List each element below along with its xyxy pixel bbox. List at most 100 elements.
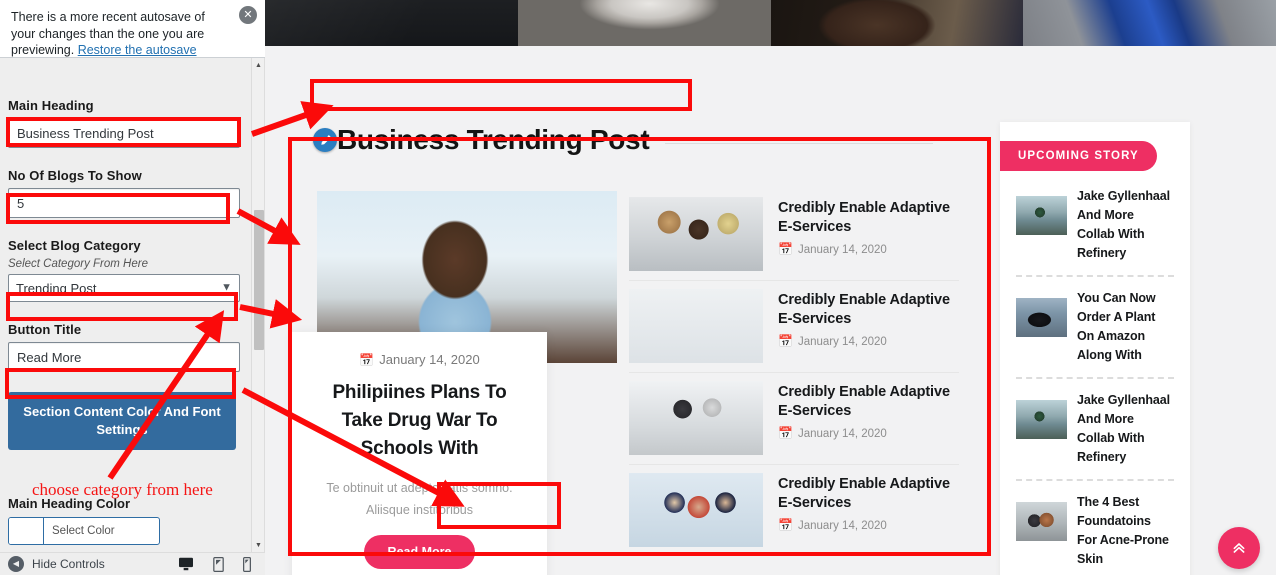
calendar-icon: 📅 — [778, 426, 793, 440]
field-no-of-blogs: No Of Blogs To Show — [8, 168, 240, 218]
scroll-down-arrow-icon[interactable]: ▼ — [252, 538, 265, 552]
field-label: Main Heading — [8, 98, 94, 113]
list-item[interactable]: Credibly Enable Adaptive E-Services 📅 Jan… — [629, 281, 959, 373]
post-text: Credibly Enable Adaptive E-Services 📅 Jan… — [778, 197, 959, 256]
field-button-title: Button Title — [8, 322, 240, 372]
post-text: Credibly Enable Adaptive E-Services 📅 Jan… — [778, 381, 959, 440]
collapse-arrow-icon: ◀ — [8, 556, 24, 572]
customizer-preview-frame: Business Trending Post 📅 January 14, 2020… — [265, 0, 1276, 575]
mobile-icon[interactable] — [243, 556, 251, 572]
strip-tile-4 — [1023, 0, 1276, 46]
widget-thumbnail — [1016, 196, 1067, 235]
widget-item-title[interactable]: The 4 Best Foundatoins For Acne-Prone Sk… — [1077, 493, 1174, 569]
post-thumbnail — [629, 289, 763, 363]
post-thumbnail — [629, 473, 763, 547]
list-item[interactable]: The 4 Best Foundatoins For Acne-Prone Sk… — [1016, 493, 1174, 569]
field-label: No Of Blogs To Show — [8, 168, 142, 183]
no-of-blogs-input[interactable] — [8, 188, 240, 218]
featured-post[interactable]: 📅 January 14, 2020 Philipiines Plans To T… — [292, 186, 617, 575]
featured-card: 📅 January 14, 2020 Philipiines Plans To T… — [292, 332, 547, 575]
strip-tile-3 — [770, 0, 1024, 46]
read-more-button[interactable]: Read More — [363, 535, 476, 569]
post-date-row: 📅 January 14, 2020 — [778, 518, 959, 532]
list-item[interactable]: Jake Gyllenhaal And More Collab With Ref… — [1016, 391, 1174, 481]
post-date: January 14, 2020 — [797, 244, 887, 256]
strip-tile-2 — [517, 0, 771, 46]
button-title-input[interactable] — [8, 342, 240, 372]
post-list: Credibly Enable Adaptive E-Services 📅 Jan… — [629, 186, 959, 575]
hide-controls-button[interactable]: ◀ Hide Controls — [0, 556, 105, 572]
post-text: Credibly Enable Adaptive E-Services 📅 Jan… — [778, 289, 959, 348]
list-item[interactable]: Jake Gyllenhaal And More Collab With Ref… — [1016, 187, 1174, 277]
post-title[interactable]: Credibly Enable Adaptive E-Services — [778, 199, 959, 237]
widget-thumbnail — [1016, 502, 1067, 541]
field-label: Select Blog Category — [8, 238, 141, 253]
post-date-row: 📅 January 14, 2020 — [778, 426, 959, 440]
featured-excerpt: Te obtinuit ut adepto satis somno. Aliis… — [326, 481, 513, 517]
device-preview-switcher — [178, 556, 265, 572]
section-content-settings-button[interactable]: Section Content Color And Font Settings — [8, 392, 236, 450]
field-label: Button Title — [8, 322, 82, 337]
post-date-row: 📅 January 14, 2020 — [778, 334, 959, 348]
scrollbar-thumb[interactable] — [254, 210, 264, 350]
widget-item-title[interactable]: Jake Gyllenhaal And More Collab With Ref… — [1077, 187, 1174, 263]
widget-thumbnail — [1016, 400, 1067, 439]
post-title[interactable]: Credibly Enable Adaptive E-Services — [778, 475, 959, 513]
post-date: January 14, 2020 — [797, 520, 887, 532]
upcoming-story-widget: UPCOMING STORY Jake Gyllenhaal And More … — [1000, 122, 1190, 575]
select-color-button[interactable]: Select Color — [44, 518, 159, 544]
post-thumbnail — [629, 381, 763, 455]
calendar-icon: 📅 — [778, 334, 793, 348]
customizer-controls: Main Heading No Of Blogs To Show Select … — [0, 58, 252, 552]
widget-thumbnail — [1016, 298, 1067, 337]
customizer-footer: ◀ Hide Controls — [0, 552, 265, 575]
featured-date: January 14, 2020 — [379, 352, 480, 367]
post-date: January 14, 2020 — [797, 428, 887, 440]
list-item[interactable]: Credibly Enable Adaptive E-Services 📅 Jan… — [629, 189, 959, 281]
blog-category-select[interactable]: Trending Post — [8, 274, 240, 302]
field-main-heading: Main Heading — [8, 98, 240, 148]
main-heading-color-picker[interactable]: Select Color — [8, 517, 160, 545]
blog-section: 📅 January 14, 2020 Philipiines Plans To T… — [292, 186, 989, 575]
widget-item-title[interactable]: You Can Now Order A Plant On Amazon Alon… — [1077, 289, 1174, 365]
tablet-icon[interactable] — [213, 556, 224, 572]
post-date: January 14, 2020 — [797, 336, 887, 348]
page-title: Business Trending Post — [337, 124, 650, 155]
calendar-icon: 📅 — [778, 518, 793, 532]
status-badge: UPCOMING STORY — [1000, 141, 1157, 171]
list-item[interactable]: You Can Now Order A Plant On Amazon Alon… — [1016, 289, 1174, 379]
strip-tile-1 — [265, 0, 518, 46]
featured-date-row: 📅 January 14, 2020 — [314, 352, 525, 367]
pencil-edit-icon[interactable] — [313, 128, 337, 152]
close-circle-icon[interactable]: ✕ — [239, 6, 257, 24]
list-item[interactable]: Credibly Enable Adaptive E-Services 📅 Jan… — [629, 465, 959, 556]
post-text: Credibly Enable Adaptive E-Services 📅 Jan… — [778, 473, 959, 532]
post-title[interactable]: Credibly Enable Adaptive E-Services — [778, 291, 959, 329]
preview-page-body: Business Trending Post 📅 January 14, 2020… — [265, 46, 1276, 575]
desktop-icon[interactable] — [178, 557, 194, 572]
panel-scrollbar[interactable]: ▲ ▼ — [251, 58, 264, 552]
main-heading-color-label: Main Heading Color — [8, 496, 131, 511]
field-description: Select Category From Here — [8, 258, 148, 270]
featured-title: Philipiines Plans To Take Drug War To Sc… — [332, 382, 507, 459]
calendar-icon: 📅 — [359, 353, 375, 367]
post-title[interactable]: Credibly Enable Adaptive E-Services — [778, 383, 959, 421]
calendar-icon: 📅 — [778, 242, 793, 256]
post-date-row: 📅 January 14, 2020 — [778, 242, 959, 256]
double-chevron-up-icon[interactable] — [1218, 527, 1260, 569]
customizer-panel: There is a more recent autosave of your … — [0, 0, 265, 575]
top-image-strip — [265, 0, 1276, 46]
post-thumbnail — [629, 197, 763, 271]
autosave-notice: There is a more recent autosave of your … — [0, 0, 265, 58]
section-heading-row: Business Trending Post — [313, 124, 933, 156]
main-heading-input[interactable] — [8, 118, 240, 148]
hide-controls-label: Hide Controls — [32, 557, 105, 571]
list-item[interactable]: Credibly Enable Adaptive E-Services 📅 Jan… — [629, 373, 959, 465]
scroll-up-arrow-icon[interactable]: ▲ — [252, 58, 265, 72]
screen: Business Trending Post 📅 January 14, 2020… — [0, 0, 1276, 575]
restore-autosave-link[interactable]: Restore the autosave — [78, 43, 197, 57]
heading-rule — [665, 142, 933, 144]
field-blog-category: Select Blog Category Select Category Fro… — [8, 238, 240, 302]
widget-item-title[interactable]: Jake Gyllenhaal And More Collab With Ref… — [1077, 391, 1174, 467]
color-swatch[interactable] — [9, 518, 44, 544]
